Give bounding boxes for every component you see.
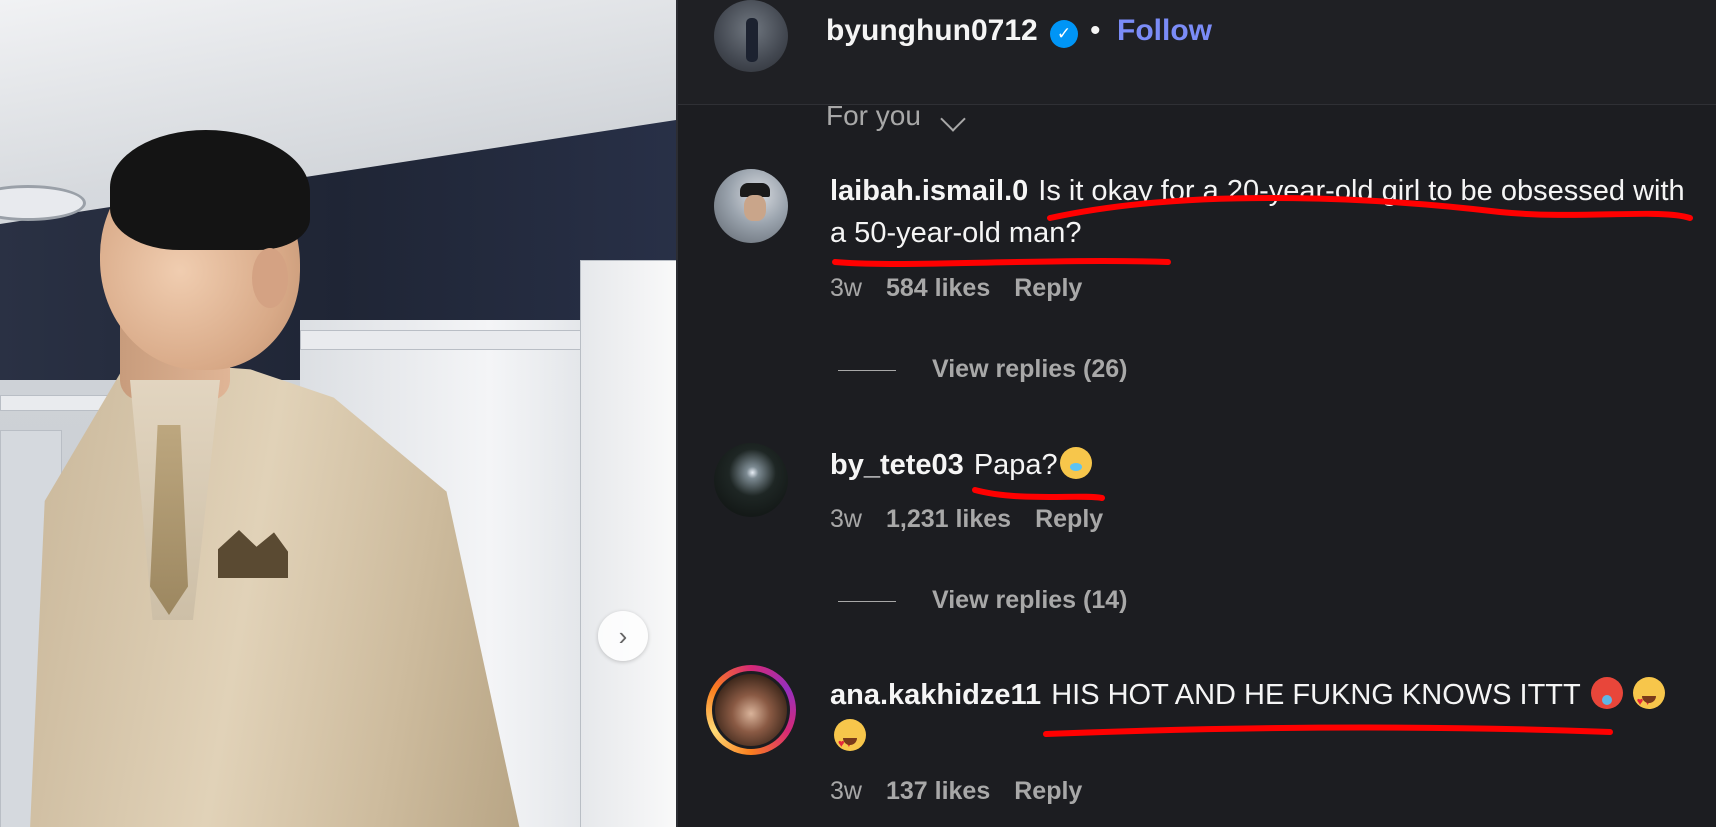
heart-eyes-emoji-icon	[1632, 677, 1665, 723]
comment-time: 3w	[830, 505, 862, 533]
comment-meta: 3w 137 likes Reply	[830, 777, 1106, 806]
comment-username[interactable]: ana.kakhidze11	[830, 679, 1041, 711]
replies-line	[838, 369, 896, 371]
comment-likes[interactable]: 584 likes	[886, 274, 990, 302]
comment-username[interactable]: laibah.ismail.0	[830, 175, 1028, 207]
comment-time: 3w	[830, 777, 862, 805]
comment-time: 3w	[830, 274, 862, 302]
comment-item: ana.kakhidze11 HIS HOT AND HE FUKNG KNOWS…	[830, 674, 1700, 765]
commenter-avatar[interactable]	[712, 671, 790, 749]
comment-item: by_tete03 Papa?	[830, 444, 1700, 486]
panel-divider	[676, 0, 678, 827]
reply-button[interactable]: Reply	[1014, 777, 1082, 805]
comment-likes[interactable]: 1,231 likes	[886, 505, 1011, 533]
post-photo: ›	[0, 0, 676, 827]
crying-baby-emoji-icon	[1059, 447, 1092, 479]
follow-button[interactable]: Follow	[1117, 14, 1212, 48]
reply-button[interactable]: Reply	[1035, 505, 1103, 533]
author-avatar[interactable]	[714, 0, 788, 72]
chevron-down-icon[interactable]	[940, 106, 966, 132]
next-image-button[interactable]: ›	[598, 611, 648, 661]
comment-item: laibah.ismail.0 Is it okay for a 20-year-…	[830, 170, 1700, 254]
verified-badge-icon: ✓	[1050, 20, 1078, 48]
commenter-avatar[interactable]	[714, 169, 788, 243]
header-separator: •	[1090, 14, 1101, 47]
heart-eyes-emoji-icon	[834, 719, 866, 765]
underline-mark	[832, 258, 1171, 267]
comment-meta: 3w 1,231 likes Reply	[830, 505, 1127, 534]
person-hair	[110, 130, 310, 250]
view-replies-button[interactable]: View replies (14)	[838, 586, 1127, 615]
commenter-avatar[interactable]	[714, 443, 788, 517]
author-username[interactable]: byunghun0712	[826, 14, 1038, 48]
underline-mark	[972, 487, 1105, 501]
comment-sort-dropdown[interactable]: For you	[826, 100, 921, 132]
photo-shelf	[580, 260, 676, 827]
comment-likes[interactable]: 137 likes	[886, 777, 990, 805]
reply-button[interactable]: Reply	[1014, 274, 1082, 302]
chevron-right-icon: ›	[618, 620, 628, 651]
view-replies-button[interactable]: View replies (26)	[838, 355, 1127, 384]
view-replies-label: View replies (26)	[932, 355, 1128, 383]
comment-text: HIS HOT AND HE FUKNG KNOWS ITTT	[1051, 679, 1581, 711]
comment-meta: 3w 584 likes Reply	[830, 274, 1106, 303]
view-replies-label: View replies (14)	[932, 586, 1128, 614]
person-ear	[252, 248, 288, 308]
hot-face-emoji-icon	[1590, 677, 1623, 709]
comment-text: Papa?	[973, 449, 1058, 481]
comment-username[interactable]: by_tete03	[830, 449, 964, 481]
replies-line	[838, 600, 896, 602]
